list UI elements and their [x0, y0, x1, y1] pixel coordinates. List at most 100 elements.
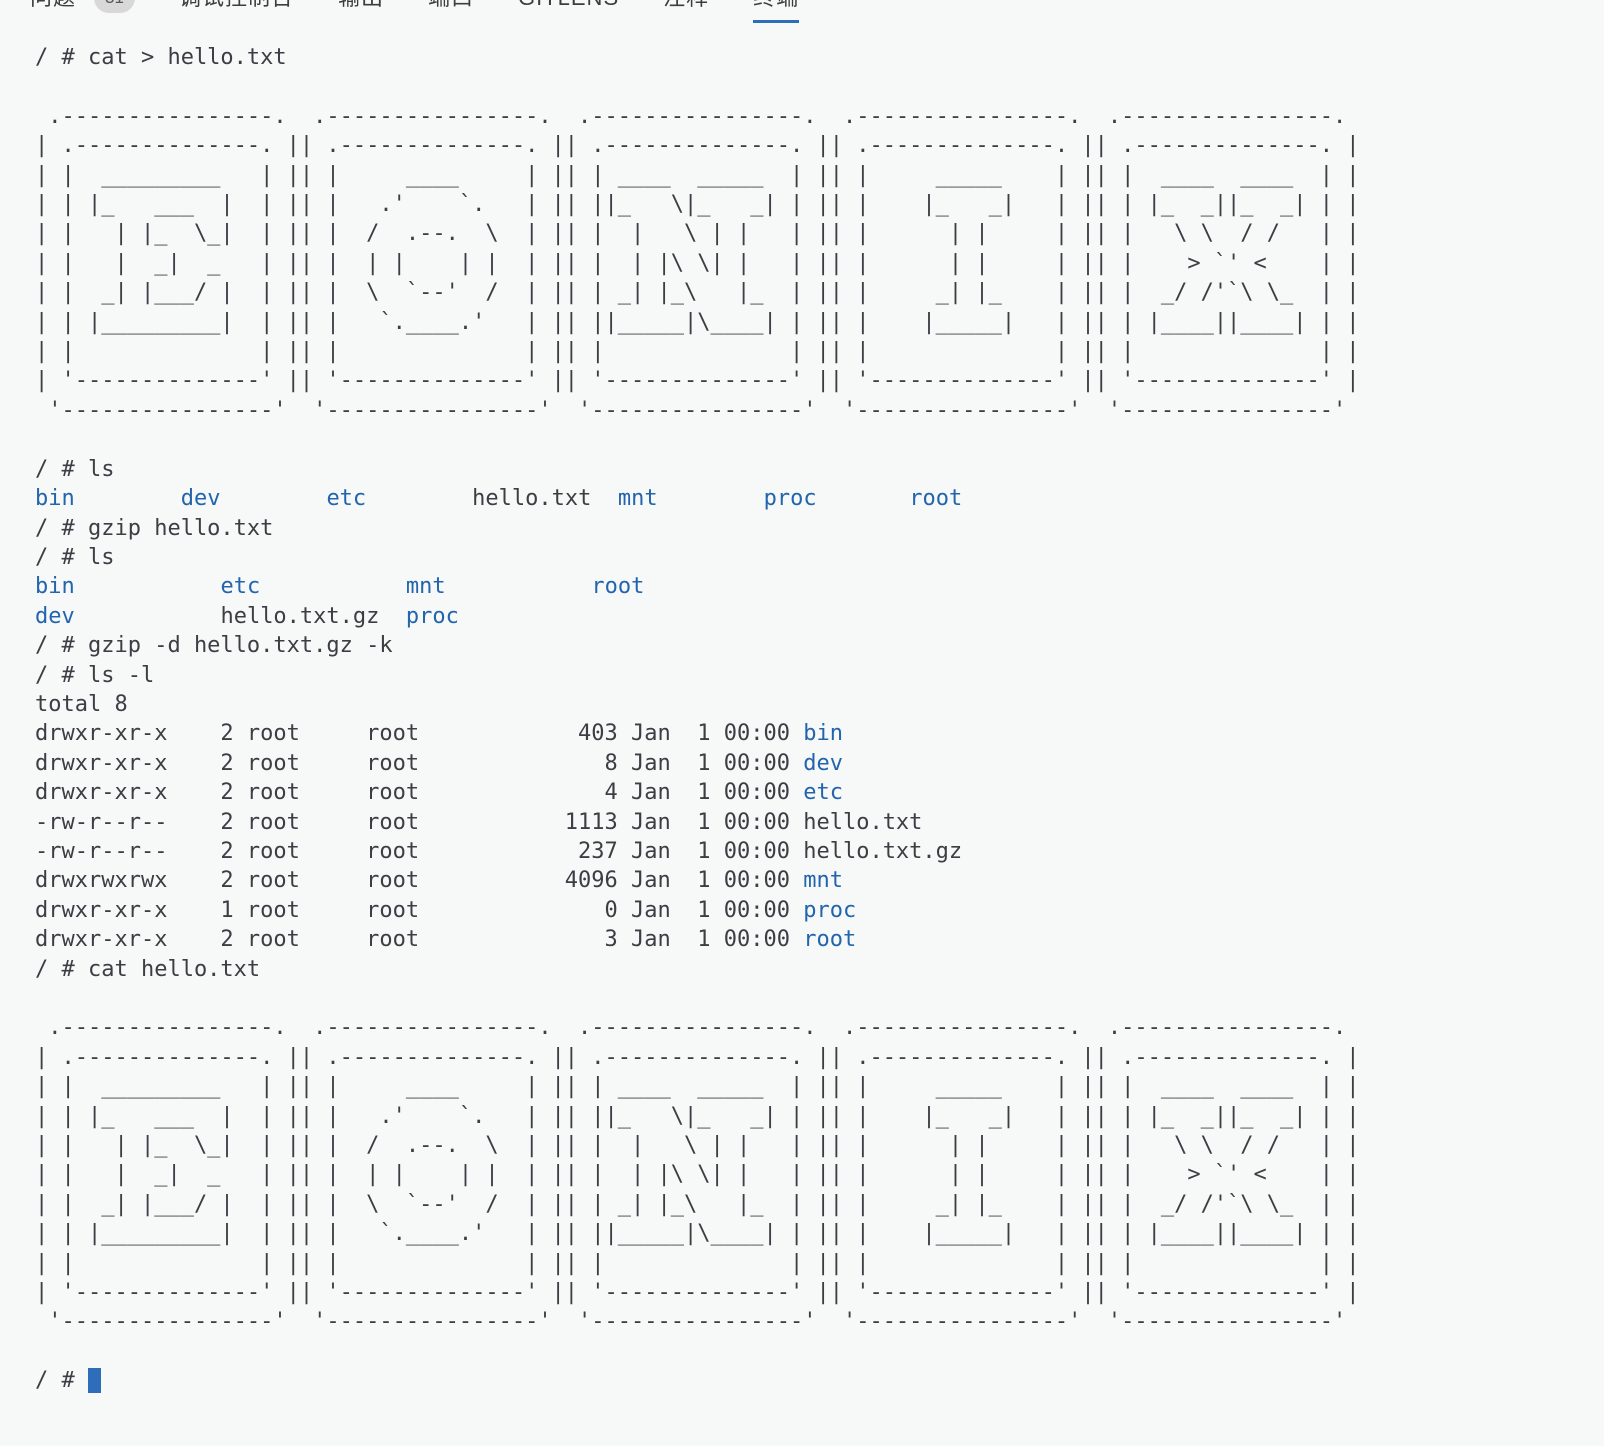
terminal-line-ascii-banner: | | | || | | || | | || | | || | | | [35, 337, 1604, 366]
directory-name: proc [764, 486, 817, 511]
terminal-text [75, 486, 181, 511]
terminal-line-ascii-banner: '----------------' '----------------' '-… [35, 396, 1604, 425]
directory-name: root [909, 486, 962, 511]
terminal-line-ascii-banner: .----------------. .----------------. .-… [35, 1013, 1604, 1042]
tab-ports[interactable]: 端口 [428, 0, 474, 23]
terminal-text: '----------------' '----------------' '-… [35, 398, 1360, 423]
panel-tab-bar: 问题31 调试控制台 输出 端口 GITLENS 注释 终端 [0, 0, 1604, 26]
tab-comments[interactable]: 注释 [663, 0, 709, 23]
terminal-line: / # [35, 1366, 1604, 1395]
terminal-line-ascii-banner: | | | |_ \_| | || | / .--. \ | || | | \ … [35, 219, 1604, 248]
terminal-line-ascii-banner: | | _________ | || | ____ | || | ____ __… [35, 161, 1604, 190]
terminal-line-ascii-banner: '----------------' '----------------' '-… [35, 1307, 1604, 1336]
tab-label: 终端 [753, 0, 799, 12]
terminal-line: bin dev etc hello.txt mnt proc root [35, 484, 1604, 513]
terminal-output[interactable]: / # cat > hello.txt .----------------. .… [0, 26, 1604, 1396]
terminal-text [658, 486, 764, 511]
directory-name: proc [406, 604, 459, 629]
tab-gitlens[interactable]: GITLENS [518, 0, 619, 23]
terminal-text [75, 574, 221, 599]
terminal-line: / # ls [35, 455, 1604, 484]
directory-name: proc [803, 898, 856, 923]
terminal-line-ascii-banner: | .--------------. || .--------------. |… [35, 131, 1604, 160]
terminal-text: | | | || | | || | | || | | || | | | [35, 1251, 1360, 1276]
terminal-line: / # ls -l [35, 661, 1604, 690]
terminal-text: total 8 [35, 692, 128, 717]
panel-tab-row: 问题31 调试控制台 输出 端口 GITLENS 注释 终端 [0, 0, 799, 23]
tab-terminal[interactable]: 终端 [753, 0, 799, 23]
terminal-line-ascii-banner: | | | _| _ | || | | | | | | || | | |\ \|… [35, 249, 1604, 278]
terminal-line-ascii-banner: | | | || | | || | | || | | || | | | [35, 1249, 1604, 1278]
terminal-text [75, 604, 221, 629]
terminal-line: / # cat hello.txt [35, 955, 1604, 984]
tab-problems[interactable]: 问题31 [30, 0, 135, 23]
terminal-text: drwxrwxrwx 2 root root 4096 Jan 1 00:00 [35, 868, 803, 893]
directory-name: dev [35, 604, 75, 629]
terminal-text: | | _| |___/ | | || | \ `--' / | || | _|… [35, 1192, 1360, 1217]
terminal-text [35, 986, 48, 1011]
directory-name: etc [326, 486, 366, 511]
terminal-line: drwxrwxrwx 2 root root 4096 Jan 1 00:00 … [35, 866, 1604, 895]
terminal-text: drwxr-xr-x 1 root root 0 Jan 1 00:00 [35, 898, 803, 923]
terminal-text: | | |_ ___ | | || | .' `. | || ||_ \|_ _… [35, 1104, 1360, 1129]
terminal-text: | .--------------. || .--------------. |… [35, 1045, 1360, 1070]
directory-name: dev [181, 486, 221, 511]
terminal-line: dev hello.txt.gz proc [35, 602, 1604, 631]
tab-label: 输出 [338, 0, 384, 12]
terminal-text [220, 486, 326, 511]
terminal-line: / # ls [35, 543, 1604, 572]
terminal-text: / # cat > hello.txt [35, 45, 287, 70]
terminal-text: / # ls -l [35, 663, 154, 688]
terminal-text: hello.txt.gz [220, 604, 405, 629]
tab-output[interactable]: 输出 [338, 0, 384, 23]
terminal-line-blank [35, 984, 1604, 1013]
terminal-text: | | _________ | || | ____ | || | ____ __… [35, 1074, 1360, 1099]
directory-name: etc [220, 574, 260, 599]
terminal-text: '----------------' '----------------' '-… [35, 1309, 1360, 1334]
terminal-text: | | | _| _ | || | | | | | | || | | |\ \|… [35, 1162, 1360, 1187]
terminal-line-ascii-banner: | | _| |___/ | | || | \ `--' / | || | _|… [35, 1190, 1604, 1219]
terminal-line: / # gzip hello.txt [35, 514, 1604, 543]
terminal-text: / # gzip -d hello.txt.gz -k [35, 633, 393, 658]
terminal-text: -rw-r--r-- 2 root root 237 Jan 1 00:00 h… [35, 839, 962, 864]
directory-name: bin [803, 721, 843, 746]
directory-name: mnt [803, 868, 843, 893]
terminal-line: drwxr-xr-x 2 root root 4 Jan 1 00:00 etc [35, 778, 1604, 807]
terminal-text: .----------------. .----------------. .-… [35, 104, 1360, 129]
terminal-text [260, 574, 406, 599]
terminal-text: -rw-r--r-- 2 root root 1113 Jan 1 00:00 … [35, 810, 922, 835]
bottom-panel: 问题31 调试控制台 输出 端口 GITLENS 注释 终端 / # cat > hello… [0, 0, 1604, 1396]
terminal-line: bin etc mnt root [35, 572, 1604, 601]
terminal-text [817, 486, 910, 511]
terminal-text [366, 486, 472, 511]
directory-name: etc [803, 780, 843, 805]
tab-debug-console[interactable]: 调试控制台 [179, 0, 294, 23]
terminal-text: drwxr-xr-x 2 root root 4 Jan 1 00:00 [35, 780, 803, 805]
terminal-text: | '--------------' || '--------------' |… [35, 1280, 1360, 1305]
terminal-text: drwxr-xr-x 2 root root 8 Jan 1 00:00 [35, 751, 803, 776]
terminal-text: .----------------. .----------------. .-… [35, 1015, 1360, 1040]
terminal-text: | | _| |___/ | | || | \ `--' / | || | _|… [35, 280, 1360, 305]
terminal-line-ascii-banner: | '--------------' || '--------------' |… [35, 366, 1604, 395]
terminal-line: drwxr-xr-x 2 root root 8 Jan 1 00:00 dev [35, 749, 1604, 778]
tab-label: 端口 [428, 0, 474, 12]
terminal-text: | | _________ | || | ____ | || | ____ __… [35, 163, 1360, 188]
terminal-text: | '--------------' || '--------------' |… [35, 368, 1360, 393]
terminal-line-ascii-banner: | | |_ ___ | | || | .' `. | || ||_ \|_ _… [35, 190, 1604, 219]
directory-name: mnt [618, 486, 658, 511]
terminal-text: / # ls [35, 457, 114, 482]
terminal-line-ascii-banner: | | _________ | || | ____ | || | ____ __… [35, 1072, 1604, 1101]
terminal-line-ascii-banner: .----------------. .----------------. .-… [35, 102, 1604, 131]
terminal-line-ascii-banner: | | | |_ \_| | || | / .--. \ | || | | \ … [35, 1131, 1604, 1160]
terminal-line-ascii-banner: | | | _| _ | || | | | | | | || | | |\ \|… [35, 1160, 1604, 1189]
directory-name: root [803, 927, 856, 952]
directory-name: mnt [406, 574, 446, 599]
directory-name: root [591, 574, 644, 599]
terminal-text: drwxr-xr-x 2 root root 403 Jan 1 00:00 [35, 721, 803, 746]
terminal-text: | | | |_ \_| | || | / .--. \ | || | | \ … [35, 221, 1360, 246]
terminal-line: drwxr-xr-x 2 root root 3 Jan 1 00:00 roo… [35, 925, 1604, 954]
terminal-line-ascii-banner: | | |_ ___ | | || | .' `. | || ||_ \|_ _… [35, 1102, 1604, 1131]
terminal-text: | | |_________| | || | `.____.' | || ||_… [35, 1221, 1360, 1246]
terminal-line-ascii-banner: | | |_________| | || | `.____.' | || ||_… [35, 308, 1604, 337]
terminal-line: -rw-r--r-- 2 root root 1113 Jan 1 00:00 … [35, 808, 1604, 837]
